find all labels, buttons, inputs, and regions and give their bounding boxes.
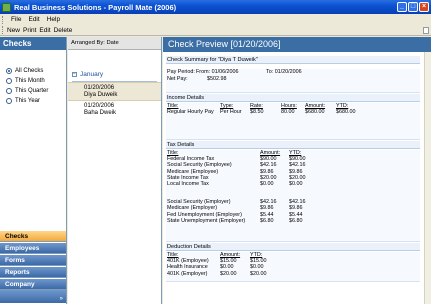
table-row: State Unemployment (Employer) $6.80 $6.8… (166, 218, 420, 224)
group-label: January (80, 71, 104, 78)
income-title: Income Details (166, 94, 420, 102)
tax-ytd-cell: $0.00 (289, 180, 303, 187)
tax-amount-cell: $6.80 (260, 217, 274, 224)
nav-header: Checks (0, 37, 66, 50)
net-pay-label: Net Pay: (167, 76, 188, 83)
income-ytd-cell: $680.00 (336, 109, 356, 116)
title-bar: Real Business Solutions - Payroll Mate (… (0, 0, 431, 14)
income-title-cell: Regular Hourly Pay (167, 109, 214, 116)
list-item-name: Diya Duweik (84, 92, 118, 98)
nav-company[interactable]: Company (0, 278, 66, 290)
income-rate-cell: $8.50 (250, 109, 264, 116)
window-title: Real Business Solutions - Payroll Mate (… (14, 2, 177, 12)
menu-edit[interactable]: Edit (28, 16, 39, 23)
nav-reports[interactable]: Reports (0, 266, 66, 278)
nav-buttons: Checks Employees Forms Reports Company » (0, 230, 66, 303)
income-amount-cell: $680.00 (305, 109, 325, 116)
radio-icon[interactable] (6, 68, 12, 74)
menu-bar: File Edit Help (0, 14, 431, 25)
filter-all-checks[interactable]: All Checks (6, 66, 66, 76)
filter-this-month[interactable]: This Month (6, 76, 66, 86)
chevron-down-icon[interactable]: » (60, 296, 63, 302)
toolbar-grip (2, 26, 4, 34)
radio-icon[interactable] (6, 98, 12, 104)
tax-title-cell: State Unemployment (Employer) (167, 217, 246, 224)
income-hours-cell: 80.00 (281, 109, 295, 116)
income-type-cell: Per Hour (220, 109, 242, 116)
vertical-scrollbar[interactable] (424, 52, 431, 304)
tax-title: Tax Details (166, 141, 420, 149)
deduction-amount-cell: $20.00 (220, 270, 237, 277)
list-item-date: 01/20/2006 (84, 85, 115, 91)
list-item[interactable]: 01/20/2006 Baha Dweik (68, 101, 161, 120)
list-item-name: Baha Dweik (84, 110, 117, 116)
radio-icon[interactable] (6, 78, 12, 84)
close-button[interactable]: × (419, 2, 429, 12)
arranged-by-header[interactable]: Arranged By: Date (68, 37, 161, 50)
new-button[interactable]: New (7, 27, 20, 34)
check-list-pane: Arranged By: Date − January 01/20/2006 D… (68, 37, 162, 304)
print-button[interactable]: Print (23, 27, 36, 34)
app-icon (2, 2, 11, 12)
income-section: Title: Type: Rate: Hours: Amount: YTD: R… (166, 103, 420, 140)
preview-title: Check Preview [01/20/2006] (163, 37, 431, 52)
preview-content: Check Summary for "Diya T Duweik" Pay Pe… (166, 55, 420, 282)
toolbar-options-icon[interactable] (423, 27, 429, 34)
delete-button[interactable]: Delete (54, 27, 73, 34)
nav-checks[interactable]: Checks (0, 230, 66, 242)
left-navigation: Checks All Checks This Month This Quarte… (0, 37, 67, 304)
menu-file[interactable]: File (11, 16, 21, 23)
filter-label: This Month (15, 78, 45, 84)
pay-period-label: Pay Period: (167, 69, 195, 75)
radio-icon[interactable] (6, 88, 12, 94)
filter-radio-group: All Checks This Month This Quarter This … (0, 50, 66, 106)
deduction-title: Deduction Details (166, 243, 420, 251)
net-pay-value: $502.98 (207, 76, 227, 83)
deduction-title-cell: 401K (Employer) (167, 270, 208, 277)
nav-footer: » (0, 290, 66, 303)
pay-period-from: From: 01/06/2006 (196, 69, 239, 75)
list-item[interactable]: 01/20/2006 Diya Duweik (68, 82, 161, 101)
nav-forms[interactable]: Forms (0, 254, 66, 266)
table-row: Regular Hourly Pay Per Hour $8.50 80.00 … (166, 109, 420, 115)
deduction-ytd-cell: $20.00 (250, 270, 267, 277)
nav-employees[interactable]: Employees (0, 242, 66, 254)
table-row: Local Income Tax $0.00 $0.00 (166, 181, 420, 187)
filter-this-year[interactable]: This Year (6, 96, 66, 106)
filter-this-quarter[interactable]: This Quarter (6, 86, 66, 96)
tax-amount-cell: $0.00 (260, 180, 274, 187)
tax-section: Title: Amount: YTD: Federal Income Tax $… (166, 150, 420, 242)
check-preview-pane: Check Preview [01/20/2006] Check Summary… (163, 37, 431, 304)
collapse-icon[interactable]: − (72, 72, 77, 77)
toolbar: New Print Edit Delete (0, 25, 431, 36)
filter-label: This Quarter (15, 88, 49, 94)
group-january[interactable]: − January (72, 71, 161, 78)
pay-period-to: To: 01/20/2006 (266, 69, 302, 75)
summary-title: Check Summary for "Diya T Duweik" (166, 56, 420, 64)
tax-ytd-cell: $6.80 (289, 217, 303, 224)
edit-button[interactable]: Edit (39, 27, 50, 34)
deduction-section: Title: Amount: YTD: 401K (Employee) $15.… (166, 252, 420, 282)
menu-help[interactable]: Help (47, 16, 60, 23)
minimize-button[interactable]: _ (397, 2, 407, 12)
table-row: 401K (Employer) $20.00 $20.00 (166, 271, 420, 277)
summary-section: Pay Period: From: 01/06/2006 To: 01/20/2… (166, 69, 420, 93)
menubar-grip (2, 15, 4, 24)
window-controls: _ □ × (397, 2, 429, 12)
list-item-date: 01/20/2006 (84, 103, 115, 109)
filter-label: All Checks (15, 68, 44, 74)
filter-label: This Year (15, 98, 41, 104)
tax-title-cell: Local Income Tax (167, 180, 209, 187)
maximize-button[interactable]: □ (408, 2, 418, 12)
